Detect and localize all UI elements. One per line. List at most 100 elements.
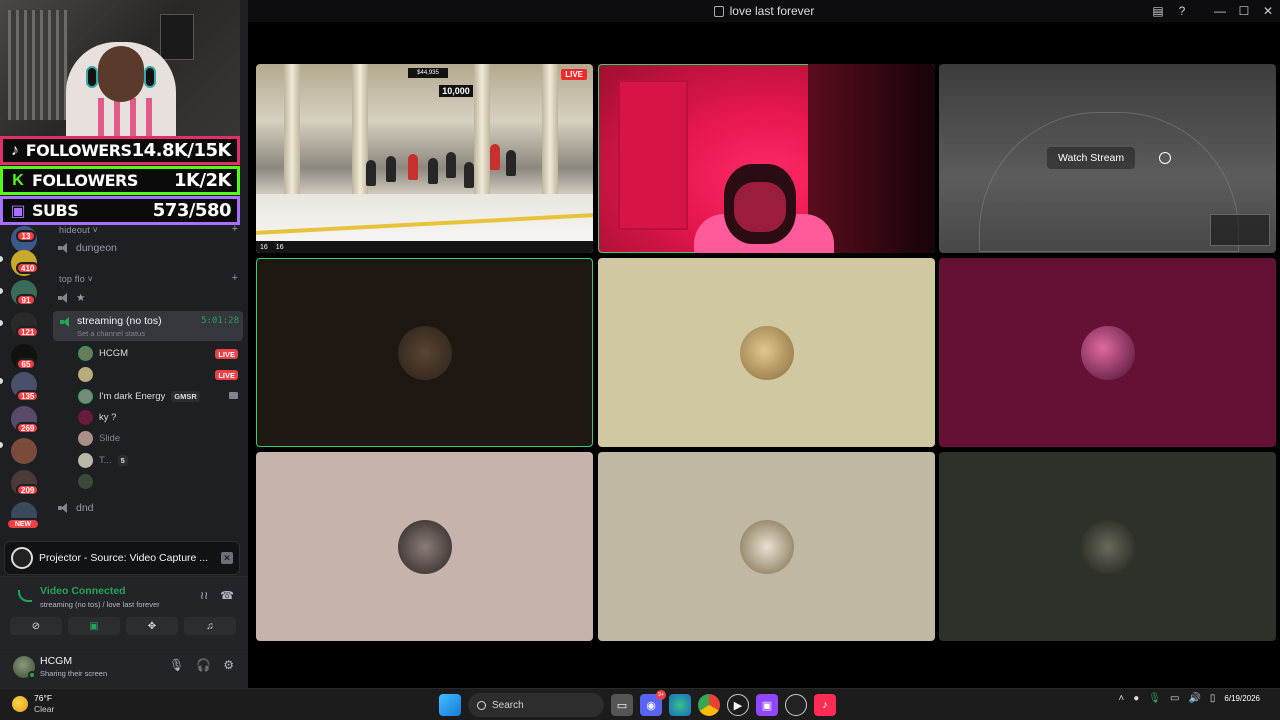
server-icon[interactable] (11, 438, 37, 464)
camera-off-button[interactable]: ⊘ (10, 617, 62, 635)
settings-gear-icon[interactable]: ⚙ (223, 658, 234, 672)
unread-badge: 91 (16, 294, 36, 306)
obs-taskbar-icon[interactable] (785, 694, 807, 716)
projector-title: Projector - Source: Video Capture ... (39, 552, 209, 564)
chrome-icon[interactable] (698, 694, 720, 716)
voice-member[interactable] (78, 474, 99, 489)
windows-start-icon[interactable] (439, 694, 461, 716)
unread-badge: 135 (16, 390, 40, 402)
file-explorer-icon[interactable]: ▭ (611, 694, 633, 716)
chevron-up-icon[interactable]: ˄ (1118, 693, 1124, 704)
twitch-app-icon[interactable]: ▣ (756, 694, 778, 716)
voice-member[interactable]: HCGM (78, 346, 128, 361)
headphones-icon[interactable]: 🎧 (196, 658, 211, 672)
voice-member[interactable]: I'm dark Energy GMSR (78, 389, 200, 404)
minimize-button[interactable]: — (1208, 0, 1232, 22)
unread-badge: 269 (16, 422, 40, 434)
voice-channel-dnd[interactable]: dnd (58, 502, 94, 514)
system-tray: ˄ ● 🎙 ▭ 🔊 ▯ 6/19/2026 (1118, 693, 1260, 704)
voice-member[interactable] (78, 367, 99, 382)
participant-tile[interactable] (256, 452, 593, 641)
tiktok-icon: ♪ (10, 141, 19, 159)
maximize-button[interactable]: ☐ (1232, 0, 1256, 22)
participant-tile[interactable] (256, 258, 593, 447)
avatar (739, 519, 794, 574)
add-channel-icon[interactable]: + (232, 223, 238, 235)
avatar (78, 389, 93, 404)
volume-icon[interactable]: 🔊 (1188, 693, 1200, 704)
tray-app-icon[interactable]: ● (1133, 693, 1139, 704)
participant-tile[interactable] (598, 452, 935, 641)
server-tag: 5 (117, 455, 128, 466)
stream-tile-game[interactable]: $44,935 10,000 LIVE 16 16 (256, 64, 593, 253)
online-status-icon (28, 671, 36, 679)
voice-channel-streaming[interactable]: streaming (no tos) 5:01:28 Set a channel… (53, 311, 243, 341)
discord-icon[interactable]: ◉ 9+ (640, 690, 666, 716)
participant-tile[interactable] (598, 258, 935, 447)
voice-connection-panel: Video Connected streaming (no tos) / lov… (0, 576, 248, 689)
video-tile-camera[interactable] (598, 64, 935, 253)
close-button[interactable]: ✕ (1256, 0, 1280, 22)
live-badge: LIVE (215, 349, 238, 359)
add-channel-icon[interactable]: + (232, 272, 238, 284)
voice-status[interactable]: Video Connected (40, 585, 126, 597)
help-icon[interactable]: ? (1170, 0, 1194, 22)
avatar (397, 519, 452, 574)
game-score: 10,000 (439, 85, 473, 97)
username[interactable]: HCGM (40, 655, 72, 667)
twitch-subs-goal: ▣ SUBS 573/580 (0, 196, 240, 225)
user-status: Sharing their screen (40, 669, 108, 678)
tiktok-app-icon[interactable]: ♪ (814, 694, 836, 716)
participant-tile[interactable] (939, 258, 1276, 447)
speaker-icon (58, 503, 70, 513)
twitch-icon: ▣ (10, 202, 26, 220)
streamer-webcam (0, 0, 240, 136)
goal-value: 1K/2K (173, 170, 232, 191)
speaker-icon (60, 317, 72, 327)
media-player-icon[interactable]: ▶ (727, 694, 749, 716)
signal-icon[interactable] (18, 590, 32, 602)
voice-member[interactable]: Slide (78, 431, 120, 446)
screen-share-button[interactable]: ▣ (68, 617, 120, 635)
projector-window-tab[interactable]: Projector - Source: Video Capture ... ✕ (4, 541, 240, 575)
activities-button[interactable]: ✥ (126, 617, 178, 635)
taskbar-search[interactable]: Search (468, 693, 604, 717)
voice-channel-star[interactable]: ★ (58, 292, 85, 304)
participant-tile[interactable] (939, 452, 1276, 641)
close-icon[interactable]: ✕ (221, 552, 233, 564)
voice-channel-dungeon[interactable]: dungeon (58, 242, 117, 254)
unread-badge: 410 (16, 262, 40, 274)
mic-icon[interactable]: 🎙 (169, 658, 184, 672)
goal-label: SUBS (32, 201, 79, 220)
voice-member[interactable]: T... 5 (78, 453, 128, 468)
weather-sun-icon (12, 696, 28, 712)
noise-suppression-icon[interactable]: ≀≀ (200, 589, 208, 602)
category-hideout[interactable]: hideout ˅ (59, 225, 98, 235)
inbox-icon[interactable]: ▤ (1146, 0, 1170, 22)
avatar (78, 453, 93, 468)
voice-member[interactable]: ky ? (78, 410, 116, 425)
goal-value: 14.8K/15K (131, 140, 232, 161)
soundboard-button[interactable]: ♫ (184, 617, 236, 635)
away-score: 16 (275, 243, 284, 251)
watch-stream-button[interactable]: Watch Stream (1047, 147, 1136, 169)
unread-badge: 121 (16, 326, 40, 338)
disconnect-icon[interactable]: ☎ (220, 589, 234, 602)
stream-tile-preview[interactable]: Watch Stream (939, 64, 1276, 253)
popout-icon[interactable] (1159, 152, 1171, 164)
avatar (78, 410, 93, 425)
display-icon[interactable]: ▭ (1170, 693, 1179, 704)
voice-location[interactable]: streaming (no tos) / love last forever (40, 600, 160, 609)
channel-list: hideout ˅ + dungeon top flo ˅ + ★ stream… (48, 222, 248, 540)
kick-icon: K (12, 171, 24, 189)
goal-label: FOLLOWERS (32, 171, 138, 190)
network-icon[interactable]: ▯ (1210, 693, 1216, 704)
mic-tray-icon[interactable]: 🎙 (1148, 693, 1161, 704)
weather-widget[interactable]: 76°F Clear (12, 693, 54, 715)
avatar (78, 346, 93, 361)
taskbar-clock[interactable]: 6/19/2026 (1224, 694, 1260, 704)
channel-status-input[interactable]: Set a channel status (77, 329, 145, 338)
category-top-flo[interactable]: top flo ˅ (59, 274, 93, 284)
edge-icon[interactable] (669, 694, 691, 716)
game-scoreboard: 16 16 (256, 241, 593, 253)
